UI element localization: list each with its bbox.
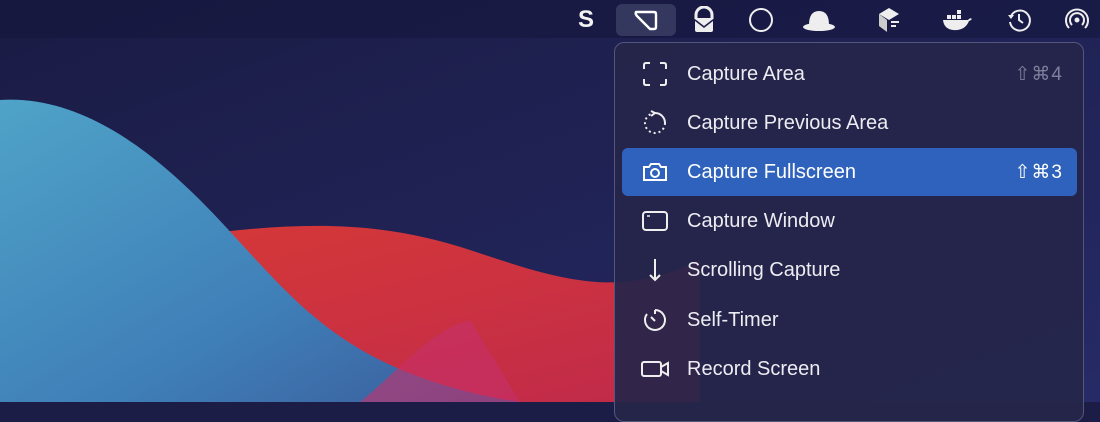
airdrop-icon[interactable] bbox=[1058, 4, 1096, 36]
menu-item-scrolling-capture[interactable]: Scrolling Capture bbox=[622, 246, 1077, 294]
circle-icon[interactable] bbox=[742, 4, 780, 36]
timer-icon bbox=[640, 306, 670, 334]
setapp-s-icon[interactable]: S bbox=[567, 4, 605, 36]
menu-item-label: Capture Window bbox=[687, 209, 835, 232]
menu-item-label: Capture Fullscreen bbox=[687, 160, 856, 183]
bowler-hat-icon[interactable] bbox=[800, 4, 838, 36]
menu-bar: S bbox=[0, 0, 1100, 38]
cube-app-icon[interactable] bbox=[870, 4, 908, 36]
screenshot-app-icon[interactable] bbox=[616, 4, 676, 36]
time-machine-icon[interactable] bbox=[1000, 4, 1038, 36]
menu-item-record-screen[interactable]: Record Screen bbox=[622, 345, 1077, 393]
menu-item-label: Capture Previous Area bbox=[687, 111, 889, 134]
video-camera-icon bbox=[640, 358, 670, 380]
shortcut-label: ⇧⌘3 bbox=[1014, 161, 1063, 183]
docker-icon[interactable] bbox=[938, 4, 976, 36]
menu-item-label: Capture Area bbox=[687, 62, 805, 85]
capture-previous-area-icon bbox=[640, 109, 670, 137]
shortcut-label: ⇧⌘4 bbox=[1014, 63, 1063, 85]
menu-item-capture-area[interactable]: Capture Area ⇧⌘4 bbox=[622, 50, 1077, 98]
menu-item-label: Self-Timer bbox=[687, 308, 779, 331]
camera-icon bbox=[640, 160, 670, 184]
window-icon bbox=[640, 209, 670, 233]
screenshot-dropdown-menu: Capture Area ⇧⌘4 Capture Previous Area C… bbox=[614, 42, 1084, 422]
proton-mail-icon[interactable] bbox=[685, 4, 723, 36]
menu-item-capture-previous-area[interactable]: Capture Previous Area bbox=[622, 99, 1077, 147]
capture-area-icon bbox=[640, 61, 670, 87]
menu-item-capture-window[interactable]: Capture Window bbox=[622, 197, 1077, 245]
menu-item-label: Scrolling Capture bbox=[687, 258, 841, 281]
menu-item-self-timer[interactable]: Self-Timer bbox=[622, 296, 1077, 344]
menu-item-label: Record Screen bbox=[687, 357, 821, 380]
menu-item-capture-fullscreen[interactable]: Capture Fullscreen ⇧⌘3 bbox=[622, 148, 1077, 196]
arrow-down-icon bbox=[640, 257, 670, 283]
